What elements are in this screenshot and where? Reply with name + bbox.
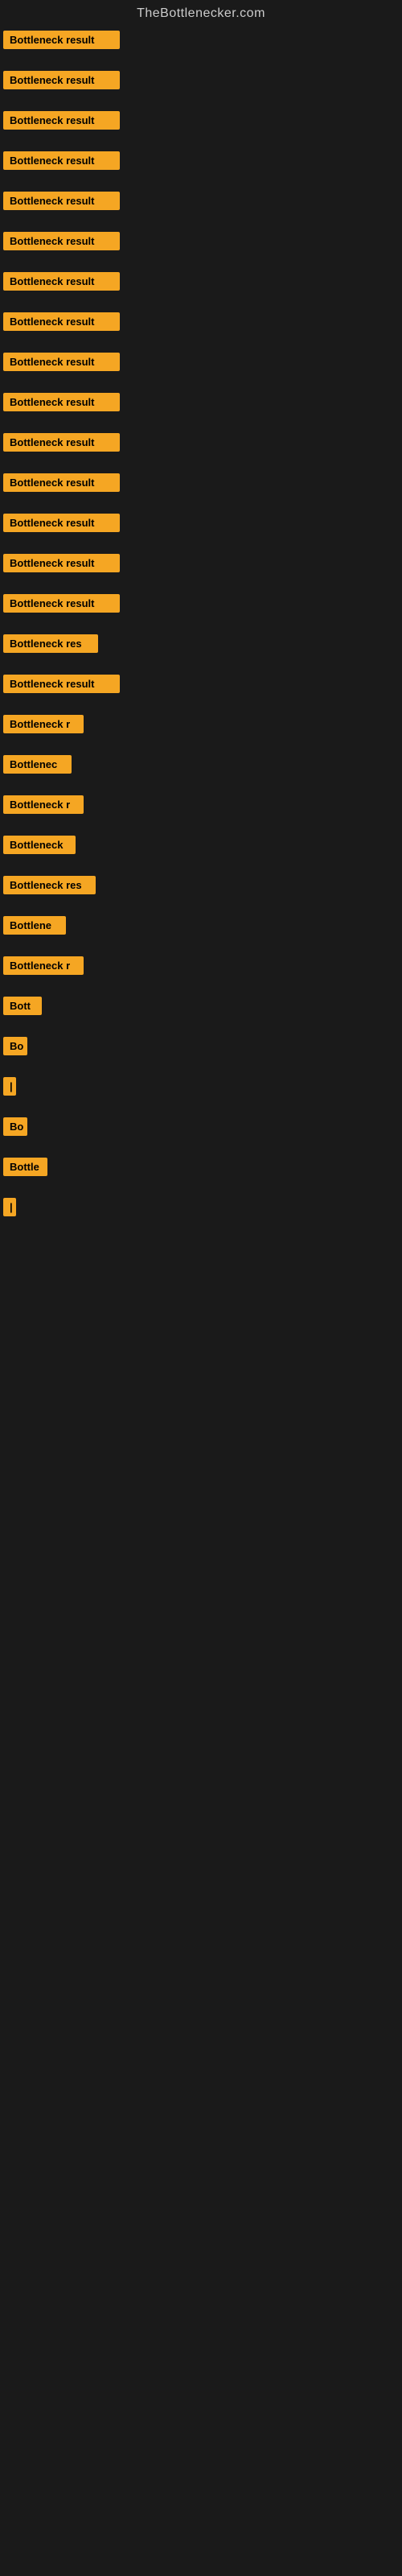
list-item: Bottleneck result [3,510,402,539]
list-item: Bottlenec [3,752,402,781]
list-item: Bottleneck result [3,309,402,338]
bottleneck-result-badge[interactable]: Bottleneck result [3,393,120,411]
list-item: Bottleneck result [3,188,402,217]
bottleneck-result-badge[interactable]: Bottleneck result [3,473,120,492]
list-item: Bottleneck result [3,108,402,137]
list-item: Bottleneck result [3,148,402,177]
bottleneck-result-badge[interactable]: Bottleneck res [3,876,96,894]
list-item: Bottleneck result [3,390,402,419]
bottleneck-result-badge[interactable]: Bo [3,1037,27,1055]
bottleneck-result-badge[interactable]: Bottleneck result [3,554,120,572]
bottleneck-result-badge[interactable]: Bottleneck result [3,594,120,613]
list-item: Bottleneck result [3,27,402,56]
list-item: Bottleneck result [3,68,402,97]
bottleneck-result-badge[interactable]: Bott [3,997,42,1015]
list-item: Bottleneck result [3,229,402,258]
list-item: Bottleneck res [3,873,402,902]
bottleneck-result-badge[interactable]: Bottleneck result [3,353,120,371]
bottleneck-result-badge[interactable]: Bottleneck [3,836,76,854]
bottleneck-result-badge[interactable]: Bottleneck result [3,71,120,89]
bottleneck-result-badge[interactable]: Bottleneck result [3,433,120,452]
bottleneck-result-badge[interactable]: Bottleneck res [3,634,98,653]
bottleneck-result-badge[interactable]: Bottleneck result [3,312,120,331]
bottleneck-result-badge[interactable]: Bottleneck result [3,192,120,210]
bottleneck-result-badge[interactable]: Bottleneck result [3,111,120,130]
bottleneck-result-badge[interactable]: Bottlene [3,916,66,935]
list-item: Bott [3,993,402,1022]
list-item: Bottleneck result [3,671,402,700]
list-item: Bo [3,1034,402,1063]
list-item: Bottle [3,1154,402,1183]
bottleneck-result-badge[interactable]: Bottleneck result [3,272,120,291]
list-item: Bottleneck result [3,269,402,298]
list-item: Bottlene [3,913,402,942]
bottleneck-result-badge[interactable]: Bottleneck result [3,31,120,49]
bottleneck-result-badge[interactable]: Bottlenec [3,755,72,774]
bottleneck-result-badge[interactable]: | [3,1077,16,1096]
list-item: Bottleneck res [3,631,402,660]
list-item: | [3,1074,402,1103]
bottleneck-result-badge[interactable]: Bottleneck r [3,715,84,733]
list-item: Bottleneck result [3,430,402,459]
list-item: Bo [3,1114,402,1143]
bottleneck-result-badge[interactable]: Bo [3,1117,27,1136]
bottleneck-result-badge[interactable]: Bottleneck r [3,956,84,975]
bottleneck-result-badge[interactable]: | [3,1198,16,1216]
bottleneck-result-badge[interactable]: Bottleneck result [3,151,120,170]
list-item: Bottleneck result [3,591,402,620]
list-item: Bottleneck [3,832,402,861]
bottleneck-result-badge[interactable]: Bottleneck result [3,232,120,250]
list-item: Bottleneck result [3,551,402,580]
bottleneck-result-badge[interactable]: Bottle [3,1158,47,1176]
results-container: Bottleneck result Bottleneck result Bottle… [0,24,402,1235]
list-item: Bottleneck r [3,792,402,821]
list-item: Bottleneck result [3,349,402,378]
list-item: Bottleneck result [3,470,402,499]
bottleneck-result-badge[interactable]: Bottleneck result [3,514,120,532]
list-item: Bottleneck r [3,953,402,982]
bottleneck-result-badge[interactable]: Bottleneck r [3,795,84,814]
site-title: TheBottlenecker.com [0,0,402,24]
bottleneck-result-badge[interactable]: Bottleneck result [3,675,120,693]
list-item: Bottleneck r [3,712,402,741]
list-item: | [3,1195,402,1224]
